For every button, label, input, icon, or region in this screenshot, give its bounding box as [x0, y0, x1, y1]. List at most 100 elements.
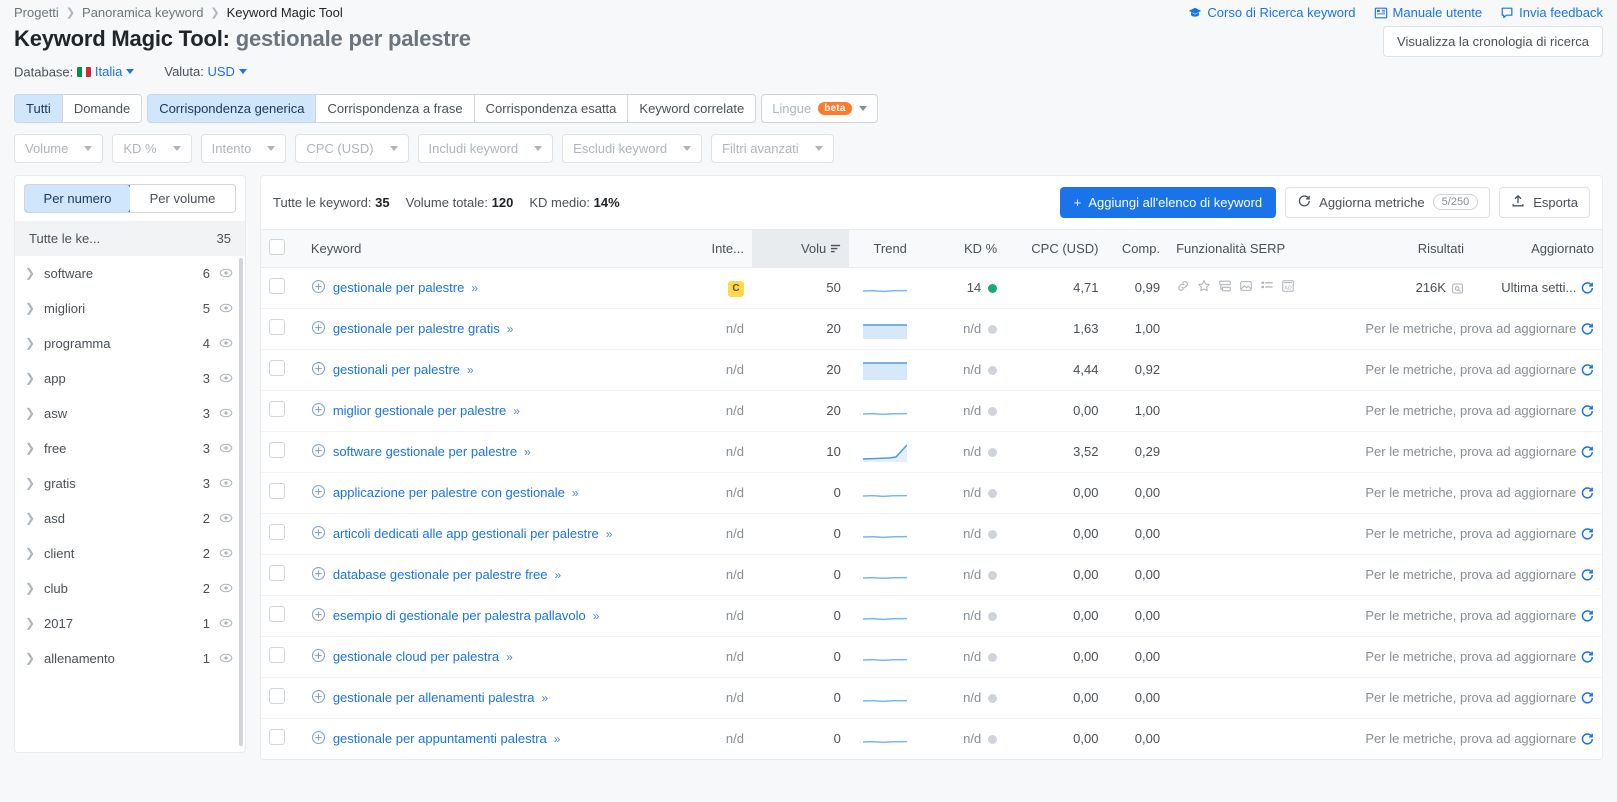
eye-icon[interactable] — [219, 266, 233, 280]
column-trend[interactable]: Trend — [848, 228, 915, 268]
row-refresh-icon[interactable] — [1580, 567, 1594, 582]
expand-keyword-icon[interactable]: » — [593, 609, 600, 623]
currency-selector[interactable]: Valuta: USD — [164, 64, 247, 79]
star-icon[interactable] — [1197, 279, 1211, 296]
sidebar-group-free[interactable]: ❯ free 3 — [15, 431, 245, 466]
eye-icon[interactable] — [219, 301, 233, 315]
keyword-link[interactable]: gestionale per allenamenti palestra — [333, 690, 535, 705]
chevron-right-icon[interactable]: ❯ — [25, 371, 39, 385]
tab-keyword-correlate[interactable]: Keyword correlate — [628, 94, 756, 122]
chevron-right-icon[interactable]: ❯ — [25, 441, 39, 455]
eye-icon[interactable] — [219, 546, 233, 560]
eye-icon[interactable] — [219, 476, 233, 490]
table-row[interactable]: esempio di gestionale per palestra palla… — [261, 595, 1602, 637]
currency-value-dropdown[interactable]: USD — [208, 64, 247, 79]
sidebar-group-migliori[interactable]: ❯ migliori 5 — [15, 291, 245, 326]
column-results[interactable]: Risultati — [1364, 228, 1472, 268]
expand-keyword-icon[interactable]: » — [554, 568, 561, 582]
column-cpc[interactable]: CPC (USD) — [1005, 228, 1107, 268]
column-comp[interactable]: Comp. — [1106, 228, 1169, 268]
sitelinks-icon[interactable] — [1218, 279, 1232, 296]
sidebar-group-2017[interactable]: ❯ 2017 1 — [15, 606, 245, 641]
table-row[interactable]: software gestionale per palestre » n/d 10 n/… — [261, 431, 1602, 473]
table-row[interactable]: miglior gestionale per palestre » n/d 20 n/d… — [261, 390, 1602, 432]
column-kd[interactable]: KD % — [914, 228, 1006, 268]
add-keyword-icon[interactable] — [311, 402, 326, 420]
keyword-link[interactable]: gestionale per palestre — [333, 280, 465, 295]
sidebar-group-asw[interactable]: ❯ asw 3 — [15, 396, 245, 431]
row-refresh-icon[interactable] — [1580, 526, 1594, 541]
sidebar-group-club[interactable]: ❯ club 2 — [15, 571, 245, 606]
breadcrumb-item-projects[interactable]: Progetti — [14, 5, 59, 20]
column-intent[interactable]: Inte... — [690, 228, 752, 268]
add-keyword-icon[interactable] — [311, 525, 326, 543]
table-row[interactable]: database gestionale per palestre free » n/… — [261, 554, 1602, 596]
add-keyword-icon[interactable] — [311, 320, 326, 338]
add-to-keyword-list-button[interactable]: + Aggiungi all'elenco di keyword — [1059, 186, 1277, 218]
expand-keyword-icon[interactable]: » — [506, 650, 513, 664]
keyword-link[interactable]: articoli dedicati alle app gestionali pe… — [333, 526, 599, 541]
row-refresh-icon[interactable] — [1580, 608, 1594, 623]
eye-icon[interactable] — [219, 406, 233, 420]
database-selector[interactable]: Database: Italia — [14, 64, 135, 80]
sidebar-group-asd[interactable]: ❯ asd 2 — [15, 501, 245, 536]
add-keyword-icon[interactable] — [311, 484, 326, 502]
row-refresh-icon[interactable] — [1580, 690, 1594, 705]
eye-icon[interactable] — [219, 581, 233, 595]
ad-icon[interactable]: AD — [1281, 279, 1295, 296]
sort-icon[interactable] — [830, 241, 841, 256]
row-checkbox[interactable] — [269, 565, 285, 581]
expand-keyword-icon[interactable]: » — [572, 486, 579, 500]
row-checkbox[interactable] — [269, 729, 285, 745]
filter-avanzati[interactable]: Filtri avanzati — [711, 133, 834, 163]
tab-corrispondenza-a-frase[interactable]: Corrispondenza a frase — [316, 94, 475, 122]
filter-intento[interactable]: Intento — [200, 133, 287, 163]
keyword-link[interactable]: applicazione per palestre con gestionale — [333, 485, 565, 500]
chevron-right-icon[interactable]: ❯ — [25, 266, 39, 280]
chevron-right-icon[interactable]: ❯ — [25, 336, 39, 350]
expand-keyword-icon[interactable]: » — [554, 732, 561, 746]
refresh-metrics-button[interactable]: Aggiorna metriche 5/250 — [1285, 186, 1491, 218]
column-serp-features[interactable]: Funzionalità SERP — [1168, 228, 1365, 268]
expand-keyword-icon[interactable]: » — [513, 404, 520, 418]
row-refresh-icon[interactable] — [1580, 403, 1594, 418]
row-checkbox[interactable] — [269, 688, 285, 704]
expand-keyword-icon[interactable]: » — [471, 281, 478, 295]
add-keyword-icon[interactable] — [311, 566, 326, 584]
filter-includi-keyword[interactable]: Includi keyword — [417, 133, 554, 163]
expand-keyword-icon[interactable]: » — [507, 322, 514, 336]
row-refresh-icon[interactable] — [1580, 362, 1594, 377]
help-link-course[interactable]: Corso di Ricerca keyword — [1188, 5, 1356, 20]
row-checkbox[interactable] — [269, 647, 285, 663]
keyword-link[interactable]: miglior gestionale per palestre — [333, 403, 506, 418]
column-volume[interactable]: Volu — [752, 228, 849, 268]
sidebar-group-app[interactable]: ❯ app 3 — [15, 361, 245, 396]
intent-badge-commercial[interactable]: C — [728, 280, 744, 297]
sidebar-group-gratis[interactable]: ❯ gratis 3 — [15, 466, 245, 501]
table-row[interactable]: gestionale per palestre » C 50 14 4,71 0,99 AD 2… — [261, 267, 1602, 309]
sidebar-group-software[interactable]: ❯ software 6 — [15, 256, 245, 291]
row-refresh-icon[interactable] — [1580, 280, 1594, 295]
table-row[interactable]: applicazione per palestre con gestionale… — [261, 472, 1602, 514]
row-checkbox[interactable] — [269, 483, 285, 499]
keyword-link[interactable]: esempio di gestionale per palestra palla… — [333, 608, 586, 623]
add-keyword-icon[interactable] — [311, 361, 326, 379]
eye-icon[interactable] — [219, 371, 233, 385]
row-checkbox[interactable] — [269, 401, 285, 417]
table-row[interactable]: gestionale per appuntamenti palestra » n/d… — [261, 718, 1602, 759]
expand-keyword-icon[interactable]: » — [467, 363, 474, 377]
link-icon[interactable] — [1176, 279, 1190, 296]
table-row[interactable]: gestionale per palestre gratis » n/d 20 n/d 1… — [261, 308, 1602, 350]
chevron-right-icon[interactable]: ❯ — [25, 511, 39, 525]
filter-escludi-keyword[interactable]: Escludi keyword — [562, 133, 703, 163]
row-checkbox[interactable] — [269, 278, 285, 294]
filter-kd[interactable]: KD % — [112, 133, 192, 163]
row-checkbox[interactable] — [269, 442, 285, 458]
chevron-right-icon[interactable]: ❯ — [25, 406, 39, 420]
expand-keyword-icon[interactable]: » — [541, 691, 548, 705]
sidebar-group-allenamento[interactable]: ❯ allenamento 1 — [15, 641, 245, 676]
chevron-right-icon[interactable]: ❯ — [25, 546, 39, 560]
chevron-right-icon[interactable]: ❯ — [25, 476, 39, 490]
eye-icon[interactable] — [219, 441, 233, 455]
keyword-link[interactable]: gestionale per palestre gratis — [333, 321, 500, 336]
